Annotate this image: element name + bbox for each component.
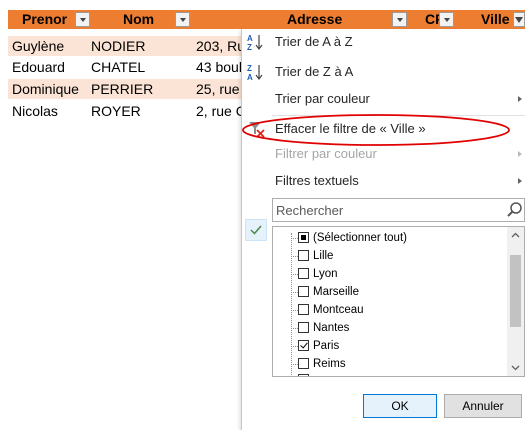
search-icon bbox=[507, 202, 522, 217]
list-item-label: Lille bbox=[313, 250, 334, 262]
list-item-label: Lyon bbox=[313, 268, 338, 280]
menu-item-label: Filtres textuels bbox=[275, 173, 359, 188]
checkbox[interactable] bbox=[298, 304, 309, 315]
menu-item-label: Trier de A à Z bbox=[275, 34, 353, 49]
menu-separator bbox=[272, 115, 525, 116]
cell-adresse[interactable]: 203, Ru bbox=[196, 36, 242, 56]
cell-prenom[interactable]: Edouard bbox=[12, 57, 65, 77]
tree-branch bbox=[291, 310, 298, 311]
table-row: Edouard CHATEL 43 boul bbox=[8, 57, 242, 77]
filter-funnel-icon bbox=[515, 16, 523, 23]
submenu-arrow-icon bbox=[518, 178, 522, 184]
cell-prenom[interactable]: Guylène bbox=[12, 36, 64, 56]
list-item-label: Paris bbox=[313, 340, 340, 352]
filter-button-prenom[interactable] bbox=[75, 12, 90, 27]
cell-adresse[interactable]: 43 boul bbox=[196, 57, 242, 77]
submenu-arrow-icon bbox=[518, 151, 522, 157]
dropdown-arrow-icon bbox=[179, 17, 186, 22]
tree-branch bbox=[291, 256, 298, 257]
filter-button-nom[interactable] bbox=[175, 12, 190, 27]
svg-text:Z: Z bbox=[247, 43, 252, 52]
cell-adresse[interactable]: 25, rue bbox=[196, 79, 240, 99]
value-list: (Sélectionner tout) Lille Lyon Marseille… bbox=[272, 226, 525, 377]
checkbox-checked[interactable] bbox=[298, 340, 309, 351]
cell-prenom[interactable]: Nicolas bbox=[12, 101, 58, 121]
menu-item-filter-by-color: Filtrer par couleur bbox=[242, 142, 525, 166]
list-item[interactable]: Paris bbox=[291, 337, 501, 355]
cell-nom[interactable]: NODIER bbox=[91, 36, 145, 56]
list-item[interactable]: Lyon bbox=[291, 265, 501, 283]
cell-prenom[interactable]: Dominique bbox=[12, 79, 79, 99]
list-item-label: Marseille bbox=[313, 286, 360, 298]
dropdown-arrow-icon bbox=[396, 17, 403, 22]
tree-branch bbox=[291, 274, 298, 275]
list-item[interactable]: Lille bbox=[291, 247, 501, 265]
dropdown-arrow-icon bbox=[79, 17, 86, 22]
list-item[interactable] bbox=[291, 371, 501, 376]
sort-za-icon: Z A bbox=[247, 64, 263, 82]
search-box bbox=[272, 198, 525, 222]
checkbox[interactable] bbox=[298, 286, 309, 297]
scroll-thumb[interactable] bbox=[510, 255, 521, 327]
header-ville: Ville bbox=[481, 11, 510, 27]
list-item[interactable]: Montceau bbox=[291, 301, 501, 319]
checkbox[interactable] bbox=[298, 358, 309, 369]
menu-item-label: Effacer le filtre de « Ville » bbox=[275, 121, 426, 136]
clear-filter-icon bbox=[249, 122, 265, 138]
tree-branch bbox=[291, 292, 298, 293]
list-scrollbar[interactable] bbox=[507, 227, 524, 376]
list-item-label: Nantes bbox=[313, 322, 350, 334]
list-item[interactable]: Nantes bbox=[291, 319, 501, 337]
checkbox-partial[interactable] bbox=[298, 232, 309, 243]
search-input[interactable] bbox=[273, 199, 499, 221]
sort-az-icon: A Z bbox=[247, 34, 263, 52]
checkbox[interactable] bbox=[298, 268, 309, 279]
checkbox[interactable] bbox=[298, 322, 309, 333]
table-row: Guylène NODIER 203, Ru bbox=[8, 36, 242, 56]
menu-item-text-filters[interactable]: Filtres textuels bbox=[242, 169, 525, 193]
tree-branch bbox=[291, 346, 298, 347]
cell-nom[interactable]: CHATEL bbox=[91, 57, 145, 77]
scroll-down-icon[interactable] bbox=[507, 359, 524, 376]
ok-button[interactable]: OK bbox=[363, 394, 437, 418]
svg-text:A: A bbox=[247, 34, 253, 43]
list-item-label: (Sélectionner tout) bbox=[313, 232, 407, 244]
header-nom: Nom bbox=[123, 11, 155, 27]
tree-branch bbox=[291, 328, 298, 329]
table-row: Dominique PERRIER 25, rue bbox=[8, 79, 242, 99]
scroll-up-icon[interactable] bbox=[507, 227, 524, 244]
header-cp: CP bbox=[425, 11, 440, 27]
header-row: Prenor Nom Adresse CP Ville bbox=[8, 10, 525, 29]
svg-text:A: A bbox=[247, 73, 253, 82]
cell-nom[interactable]: ROYER bbox=[91, 101, 141, 121]
cell-adresse[interactable]: 2, rue C bbox=[196, 101, 242, 121]
table-row: Nicolas ROYER 2, rue C bbox=[8, 101, 242, 121]
tree-branch bbox=[291, 364, 298, 365]
menu-item-label: Filtrer par couleur bbox=[275, 146, 377, 161]
filter-button-cp[interactable] bbox=[439, 12, 454, 27]
header-prenom: Prenor bbox=[22, 11, 68, 27]
menu-item-label: Trier de Z à A bbox=[275, 64, 354, 79]
menu-item-label: Trier par couleur bbox=[275, 91, 370, 106]
list-item[interactable]: Marseille bbox=[291, 283, 501, 301]
filter-active-indicator bbox=[245, 219, 267, 241]
filter-button-ville[interactable] bbox=[513, 12, 525, 27]
list-item[interactable]: (Sélectionner tout) bbox=[291, 229, 501, 247]
cancel-button[interactable]: Annuler bbox=[444, 394, 522, 418]
submenu-arrow-icon bbox=[518, 96, 522, 102]
list-item-label: Montceau bbox=[313, 304, 364, 316]
menu-item-sort-by-color[interactable]: Trier par couleur bbox=[242, 87, 525, 111]
header-adresse: Adresse bbox=[287, 11, 343, 27]
menu-item-sort-za[interactable]: Z A Trier de Z à A bbox=[242, 60, 525, 84]
svg-text:Z: Z bbox=[247, 64, 252, 73]
checkbox[interactable] bbox=[298, 374, 309, 376]
checkmark-icon bbox=[250, 225, 262, 235]
checkbox[interactable] bbox=[298, 250, 309, 261]
cell-nom[interactable]: PERRIER bbox=[91, 79, 153, 99]
tree-branch bbox=[291, 238, 298, 239]
filter-button-adresse[interactable] bbox=[392, 12, 407, 27]
menu-item-sort-az[interactable]: A Z Trier de A à Z bbox=[242, 30, 525, 54]
dropdown-arrow-icon bbox=[443, 17, 450, 22]
menu-item-clear-filter[interactable]: Effacer le filtre de « Ville » bbox=[242, 117, 525, 141]
